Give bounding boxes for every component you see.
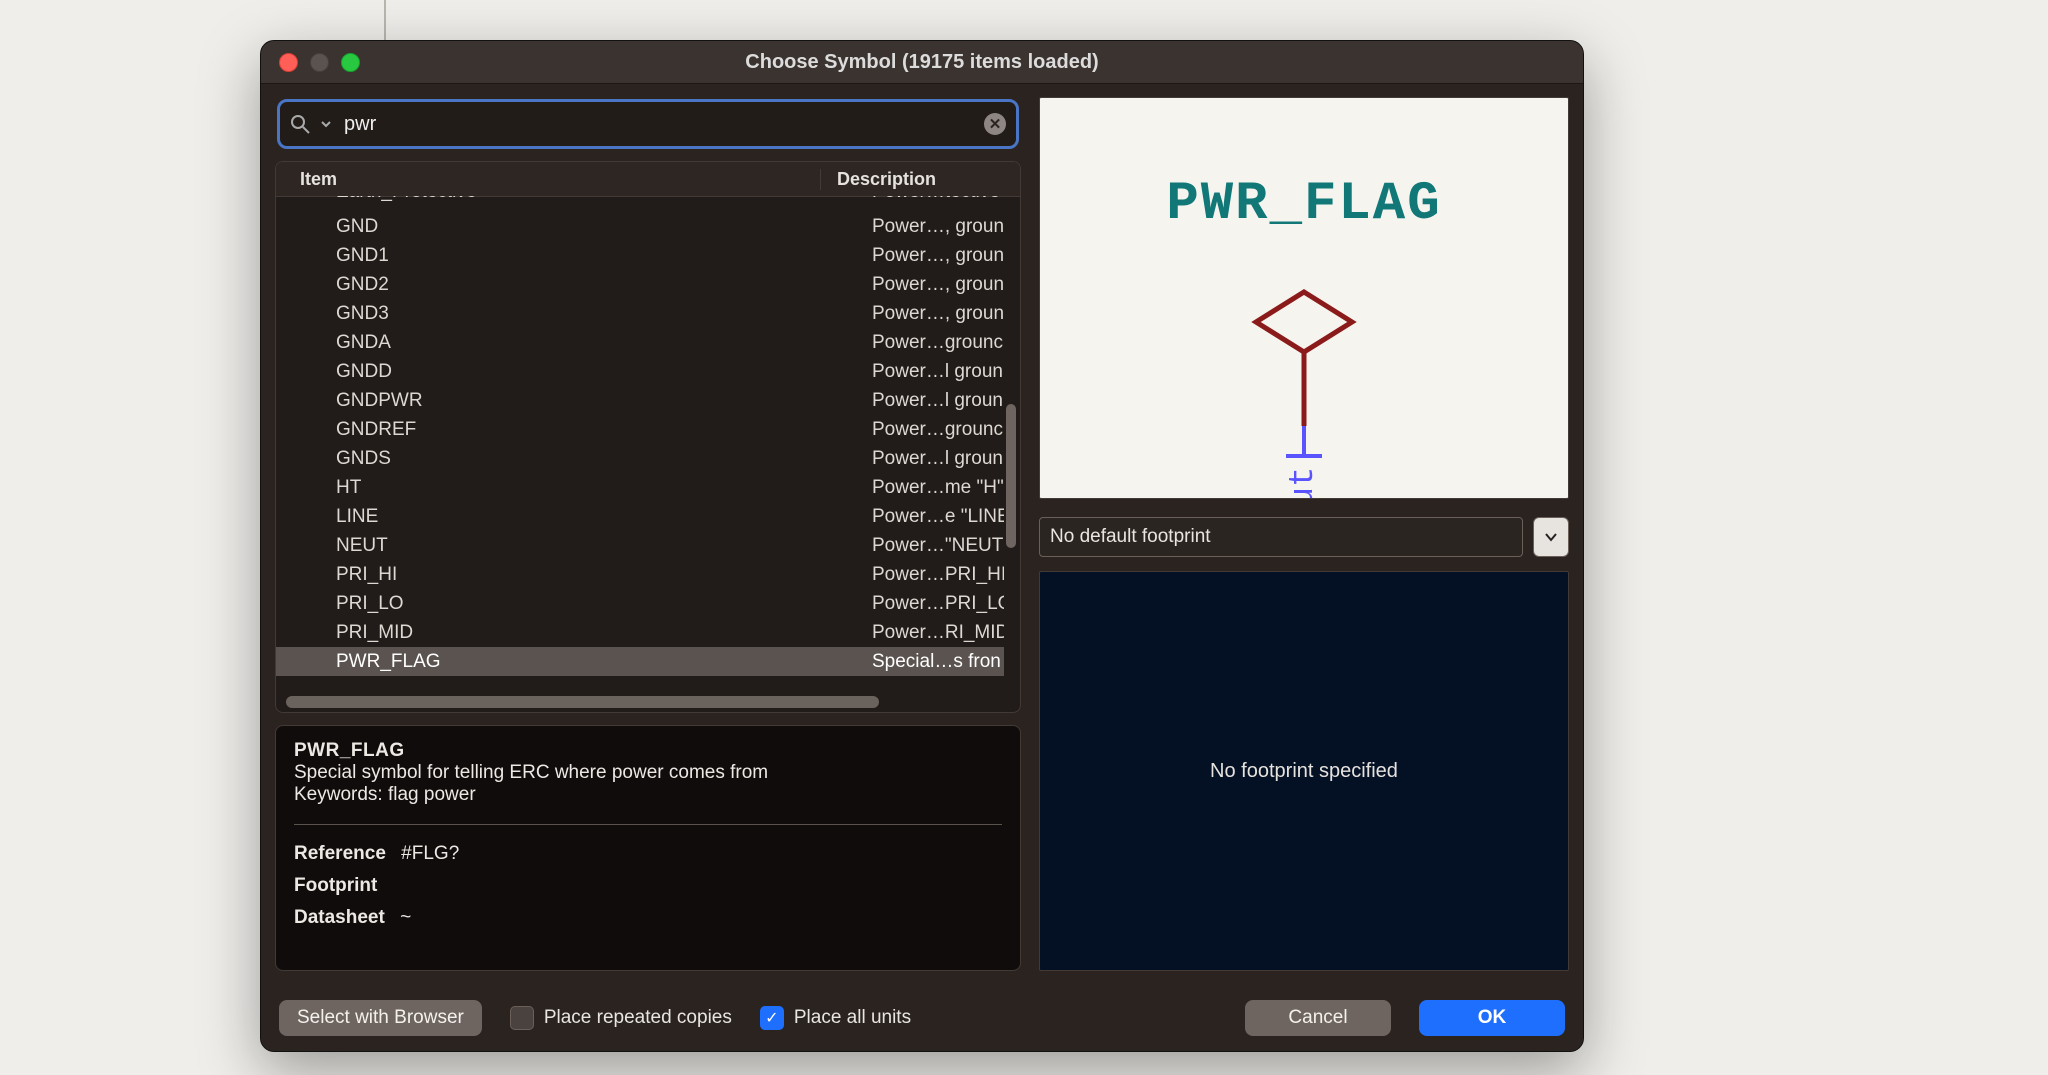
place-all-units-checkbox[interactable]: ✓ Place all units xyxy=(760,1006,911,1030)
list-item[interactable]: PRI_HIPower…PRI_HI xyxy=(276,560,1004,589)
list-item-description: Power…PRI_LO xyxy=(856,593,1004,615)
search-menu-chevron-icon[interactable] xyxy=(320,118,332,130)
details-keywords: Keywords: flag power xyxy=(294,784,1002,806)
checkbox-box[interactable] xyxy=(510,1006,534,1030)
list-item-description: Power…l groun xyxy=(856,390,1004,412)
symbol-preview[interactable]: PWR_FLAG ut xyxy=(1039,97,1569,499)
list-item-name: PRI_LO xyxy=(276,593,856,615)
list-item-description: Power…"NEUT xyxy=(856,535,1004,557)
dialog-bottom-bar: Select with Browser Place repeated copie… xyxy=(261,985,1583,1051)
symbol-list: Item Description Earth_ProtectivePower…t… xyxy=(275,161,1021,713)
details-title: PWR_FLAG xyxy=(294,740,1002,762)
list-item-description: Power…, groun xyxy=(856,245,1004,267)
close-window-icon[interactable] xyxy=(279,53,298,72)
list-item-name: GND xyxy=(276,216,856,238)
list-item-description: Power…l groun xyxy=(856,448,1004,470)
list-item[interactable]: PRI_MIDPower…RI_MID xyxy=(276,618,1004,647)
symbol-search-field[interactable]: ✕ xyxy=(277,99,1019,149)
details-description: Special symbol for telling ERC where pow… xyxy=(294,762,1002,784)
search-input[interactable] xyxy=(342,112,974,137)
list-item-description: Power…me "H" xyxy=(856,477,1004,499)
list-item[interactable]: GND3Power…, groun xyxy=(276,299,1004,328)
titlebar: Choose Symbol (19175 items loaded) xyxy=(261,41,1583,84)
list-item[interactable]: NEUTPower…"NEUT xyxy=(276,531,1004,560)
details-separator xyxy=(294,824,1002,825)
minimize-window-icon[interactable] xyxy=(310,53,329,72)
list-item-name: GNDD xyxy=(276,361,856,383)
details-datasheet-label: Datasheet xyxy=(294,907,385,928)
list-item-name: HT xyxy=(276,477,856,499)
list-item[interactable]: LINEPower…e "LINE xyxy=(276,502,1004,531)
list-item[interactable]: PRI_LOPower…PRI_LO xyxy=(276,589,1004,618)
list-item-description: Power…e "LINE xyxy=(856,506,1004,528)
list-item-name: PRI_MID xyxy=(276,622,856,644)
list-item[interactable]: GNDDPower…l groun xyxy=(276,357,1004,386)
zoom-window-icon[interactable] xyxy=(341,53,360,72)
list-item-description: Power…, groun xyxy=(856,216,1004,238)
list-item-name: GNDS xyxy=(276,448,856,470)
footprint-select[interactable]: No default footprint xyxy=(1039,517,1523,557)
column-header-item[interactable]: Item xyxy=(276,169,821,190)
list-item-description: Power…, groun xyxy=(856,303,1004,325)
list-item[interactable]: HTPower…me "H" xyxy=(276,473,1004,502)
list-item[interactable]: GNDSPower…l groun xyxy=(276,444,1004,473)
place-repeated-checkbox[interactable]: Place repeated copies xyxy=(510,1006,732,1030)
list-item-description: Power…, groun xyxy=(856,274,1004,296)
list-item-description: Power…RI_MID xyxy=(856,622,1004,644)
list-item-name: GND1 xyxy=(276,245,856,267)
list-horizontal-scrollbar[interactable] xyxy=(286,696,960,708)
checkbox-label: Place repeated copies xyxy=(544,1007,732,1029)
list-item-description: Special…s fron xyxy=(856,651,1004,673)
list-item-description: Power…l groun xyxy=(856,361,1004,383)
list-item-description: Power…PRI_HI xyxy=(856,564,1004,586)
list-item-name: GNDA xyxy=(276,332,856,354)
ok-button[interactable]: OK xyxy=(1419,1000,1565,1036)
list-item-name: GND3 xyxy=(276,303,856,325)
column-header-description[interactable]: Description xyxy=(821,169,1020,190)
choose-symbol-dialog: Choose Symbol (19175 items loaded) xyxy=(260,40,1584,1052)
select-with-browser-button[interactable]: Select with Browser xyxy=(279,1000,482,1036)
list-item[interactable]: GNDREFPower…grounc xyxy=(276,415,1004,444)
list-item[interactable]: GNDAPower…grounc xyxy=(276,328,1004,357)
details-footprint-label: Footprint xyxy=(294,875,377,896)
list-item[interactable]: GNDPWRPower…l groun xyxy=(276,386,1004,415)
list-item-description: Power…grounc xyxy=(856,332,1004,354)
footprint-preview-message: No footprint specified xyxy=(1210,760,1398,783)
symbol-preview-label: PWR_FLAG xyxy=(1040,174,1568,235)
pwr-flag-symbol-icon xyxy=(1244,286,1364,436)
list-item-name: GND2 xyxy=(276,274,856,296)
chevron-down-icon xyxy=(1544,530,1558,544)
footprint-select-value: No default footprint xyxy=(1050,526,1211,548)
footprint-dropdown-button[interactable] xyxy=(1533,517,1569,557)
list-item-name: PWR_FLAG xyxy=(276,651,856,673)
list-item[interactable]: Earth_ProtectivePower…tective xyxy=(276,196,1004,212)
cancel-button[interactable]: Cancel xyxy=(1245,1000,1391,1036)
list-item-name: PRI_HI xyxy=(276,564,856,586)
checkbox-label: Place all units xyxy=(794,1007,911,1029)
search-icon xyxy=(290,114,310,134)
list-header: Item Description xyxy=(276,162,1020,197)
list-item[interactable]: PWR_FLAGSpecial…s fron xyxy=(276,647,1004,676)
checkbox-box[interactable]: ✓ xyxy=(760,1006,784,1030)
window-title: Choose Symbol (19175 items loaded) xyxy=(745,51,1098,74)
list-item-name: GNDREF xyxy=(276,419,856,441)
symbol-pin-text: ut xyxy=(1285,467,1323,499)
list-item-description: Power…grounc xyxy=(856,419,1004,441)
list-item-name: LINE xyxy=(276,506,856,528)
symbol-details-panel: PWR_FLAG Special symbol for telling ERC … xyxy=(275,725,1021,971)
list-item-name: NEUT xyxy=(276,535,856,557)
clear-search-icon[interactable]: ✕ xyxy=(984,113,1006,135)
footprint-preview[interactable]: No footprint specified xyxy=(1039,571,1569,971)
list-item[interactable]: GNDPower…, groun xyxy=(276,212,1004,241)
details-datasheet-value: ~ xyxy=(400,907,411,928)
list-item-name: GNDPWR xyxy=(276,390,856,412)
list-item-description: Power…tective xyxy=(856,196,1004,203)
list-item-name: Earth_Protective xyxy=(276,196,856,203)
list-item[interactable]: GND1Power…, groun xyxy=(276,241,1004,270)
window-traffic-lights xyxy=(279,53,360,72)
details-reference-value: #FLG? xyxy=(401,843,459,864)
list-vertical-scrollbar[interactable] xyxy=(1006,202,1016,682)
list-item[interactable]: GND2Power…, groun xyxy=(276,270,1004,299)
details-reference-label: Reference xyxy=(294,843,386,864)
